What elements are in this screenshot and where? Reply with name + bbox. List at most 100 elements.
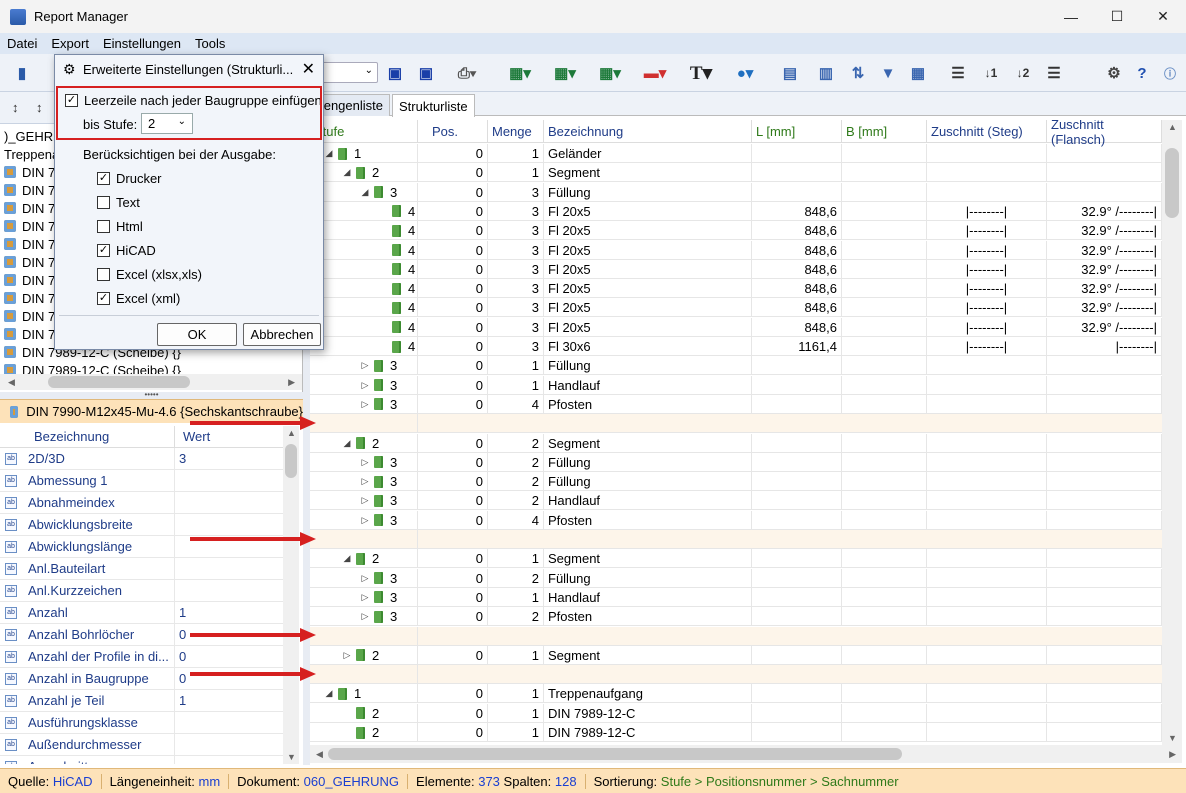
menu-datei[interactable]: Datei — [0, 36, 44, 51]
table-row[interactable]: ▷ 3 0 1 Handlauf — [310, 375, 1162, 395]
grid-horizontal-scrollbar[interactable]: ◀ ▶ — [310, 745, 1182, 763]
toolbar-dropdown[interactable]: ⌄ — [322, 62, 378, 83]
output-option-checkbox[interactable] — [97, 220, 110, 233]
excel-export-icon[interactable]: ▦▾ — [502, 62, 538, 84]
table-row[interactable]: 4 0 3 Fl 20x5 848,6 |--------| 32.9° /--------… — [310, 221, 1162, 241]
ok-button[interactable]: OK — [157, 323, 237, 346]
expand-toggle-icon[interactable]: ◢ — [342, 438, 352, 449]
cancel-button[interactable]: Abbrechen — [243, 323, 321, 346]
table-row[interactable]: ▷ 3 0 1 Füllung — [310, 356, 1162, 376]
info-icon[interactable]: ⓘ — [1160, 62, 1180, 84]
col-bezeichnung[interactable]: Bezeichnung — [0, 426, 175, 447]
expand-toggle-icon[interactable]: ▷ — [360, 592, 370, 603]
property-row[interactable]: ab 2D/3D 3 — [0, 448, 283, 470]
expand-toggle-icon[interactable]: ◢ — [342, 553, 352, 564]
expand-toggle-icon[interactable]: ▷ — [360, 399, 370, 410]
col-zuschnitt-steg[interactable]: Zuschnitt (Steg) — [927, 120, 1047, 143]
table-row[interactable]: ◢ 1 0 1 Geländer — [310, 144, 1162, 163]
filter-settings-icon[interactable]: ▦ — [908, 62, 928, 84]
scroll-right-icon[interactable]: ▶ — [1169, 749, 1176, 760]
menu-einstellungen[interactable]: Einstellungen — [96, 36, 188, 51]
col-pos[interactable]: Pos. — [428, 120, 488, 143]
col-l-mm[interactable]: L [mm] — [752, 120, 842, 143]
table-row[interactable]: 4 0 3 Fl 20x5 848,6 |--------| 32.9° /--------… — [310, 240, 1162, 260]
table-row[interactable]: ▷ 3 0 2 Füllung — [310, 472, 1162, 492]
property-value[interactable]: 0 — [175, 624, 186, 645]
property-value[interactable] — [175, 712, 179, 733]
table-settings-icon[interactable]: ▤ — [780, 62, 800, 84]
scroll-down-icon[interactable]: ▼ — [287, 752, 296, 762]
print-icon[interactable]: ⎙▾ — [452, 62, 482, 84]
table-row[interactable]: 4 0 3 Fl 20x5 848,6 |--------| 32.9° /--------… — [310, 298, 1162, 318]
properties-scrollbar[interactable]: ▲ ▼ — [283, 426, 299, 764]
property-value[interactable] — [175, 756, 179, 764]
table-row[interactable]: 4 0 3 Fl 30x6 1161,4 |--------| |--------| — [310, 337, 1162, 356]
excel-xml-icon[interactable]: ▦▾ — [547, 62, 583, 84]
property-row[interactable]: ab Anzahl 1 — [0, 602, 283, 624]
expand-toggle-icon[interactable]: ◢ — [360, 187, 370, 198]
col-stufe[interactable]: Stufe — [310, 120, 418, 143]
output-option[interactable]: ✓ HiCAD — [97, 243, 156, 258]
property-row[interactable]: ab Anzahl je Teil 1 — [0, 690, 283, 712]
scroll-left-icon[interactable]: ◀ — [316, 749, 323, 760]
table-row[interactable]: 4 0 3 Fl 20x5 848,6 |--------| 32.9° /--------… — [310, 279, 1162, 299]
collapse-tree-icon[interactable]: ↕ — [36, 100, 43, 115]
tree-scroll-thumb[interactable] — [48, 376, 190, 388]
grid-vertical-scrollbar[interactable]: ▲ ▼ — [1162, 120, 1182, 745]
tab-strukturliste[interactable]: Strukturliste — [392, 94, 475, 117]
grid-hscroll-thumb[interactable] — [328, 748, 902, 760]
property-row[interactable]: abAusschnitt — [0, 756, 283, 764]
output-option[interactable]: ✓ Drucker — [97, 171, 162, 186]
col-b-mm[interactable]: B [mm] — [842, 120, 927, 143]
help-icon[interactable]: ? — [1132, 62, 1152, 84]
save-as-icon[interactable]: ▣ — [416, 62, 436, 84]
property-value[interactable] — [175, 536, 179, 557]
table-row[interactable]: ▷ 2 0 1 Segment — [310, 645, 1162, 665]
expand-toggle-icon[interactable]: ▷ — [360, 515, 370, 526]
property-row[interactable]: ab Anl.Bauteilart — [0, 558, 283, 580]
grid-scroll-thumb[interactable] — [1165, 148, 1179, 218]
sort-settings-icon[interactable]: ⇅ — [848, 62, 868, 84]
table-row[interactable]: ◢ 2 0 2 Segment — [310, 433, 1162, 453]
property-value[interactable] — [175, 580, 179, 601]
table-row[interactable]: 2 0 1 DIN 7989-12-C — [310, 723, 1162, 742]
group-icon[interactable]: ☰ — [948, 62, 968, 84]
expand-toggle-icon[interactable]: ◢ — [342, 167, 352, 178]
sort-list-icon[interactable]: ☰ — [1044, 62, 1064, 84]
table-row[interactable]: 4 0 3 Fl 20x5 848,6 |--------| 32.9° /--------… — [310, 317, 1162, 337]
menu-tools[interactable]: Tools — [188, 36, 232, 51]
property-row[interactable]: ab Ausführungsklasse — [0, 712, 283, 734]
output-option[interactable]: Html — [97, 219, 143, 234]
property-row[interactable]: ab Anl.Kurzzeichen — [0, 580, 283, 602]
property-value[interactable]: 1 — [175, 690, 186, 711]
property-value[interactable]: 0 — [175, 646, 186, 667]
table-row[interactable]: ▷ 3 0 2 Füllung — [310, 452, 1162, 472]
property-value[interactable] — [175, 492, 179, 513]
table-row[interactable]: ▷ 3 0 2 Pfosten — [310, 607, 1162, 627]
table-row[interactable]: ◢ 2 0 1 Segment — [310, 549, 1162, 569]
property-row[interactable]: ab Außendurchmesser — [0, 734, 283, 756]
gear-icon[interactable]: ⚙ — [1104, 62, 1124, 84]
text-export-icon[interactable]: T▾ — [684, 62, 718, 84]
output-option-checkbox[interactable]: ✓ — [97, 292, 110, 305]
pdf-export-icon[interactable]: ▬▾ — [637, 62, 673, 84]
col-zuschnitt-flansch[interactable]: Zuschnitt (Flansch) — [1047, 120, 1162, 147]
save-icon[interactable]: ▣ — [385, 62, 405, 84]
expand-toggle-icon[interactable]: ◢ — [324, 688, 334, 699]
property-value[interactable] — [175, 470, 179, 491]
close-button[interactable]: ✕ — [1140, 0, 1186, 33]
menu-export[interactable]: Export — [44, 36, 96, 51]
property-value[interactable]: 0 — [175, 668, 186, 689]
expand-toggle-icon[interactable]: ▷ — [360, 476, 370, 487]
expand-toggle-icon[interactable]: ▷ — [360, 360, 370, 371]
expand-toggle-icon[interactable]: ▷ — [342, 650, 352, 661]
panel-splitter[interactable]: ••••• — [0, 391, 303, 399]
property-value[interactable]: 1 — [175, 602, 186, 623]
output-option-checkbox[interactable] — [97, 268, 110, 281]
property-value[interactable] — [175, 558, 179, 579]
expand-toggle-icon[interactable]: ▷ — [360, 457, 370, 468]
col-menge[interactable]: Menge — [488, 120, 544, 143]
col-bezeichnung[interactable]: Bezeichnung — [544, 120, 752, 143]
table-row[interactable]: ▷ 3 0 2 Füllung — [310, 568, 1162, 588]
maximize-button[interactable]: ☐ — [1094, 0, 1140, 33]
